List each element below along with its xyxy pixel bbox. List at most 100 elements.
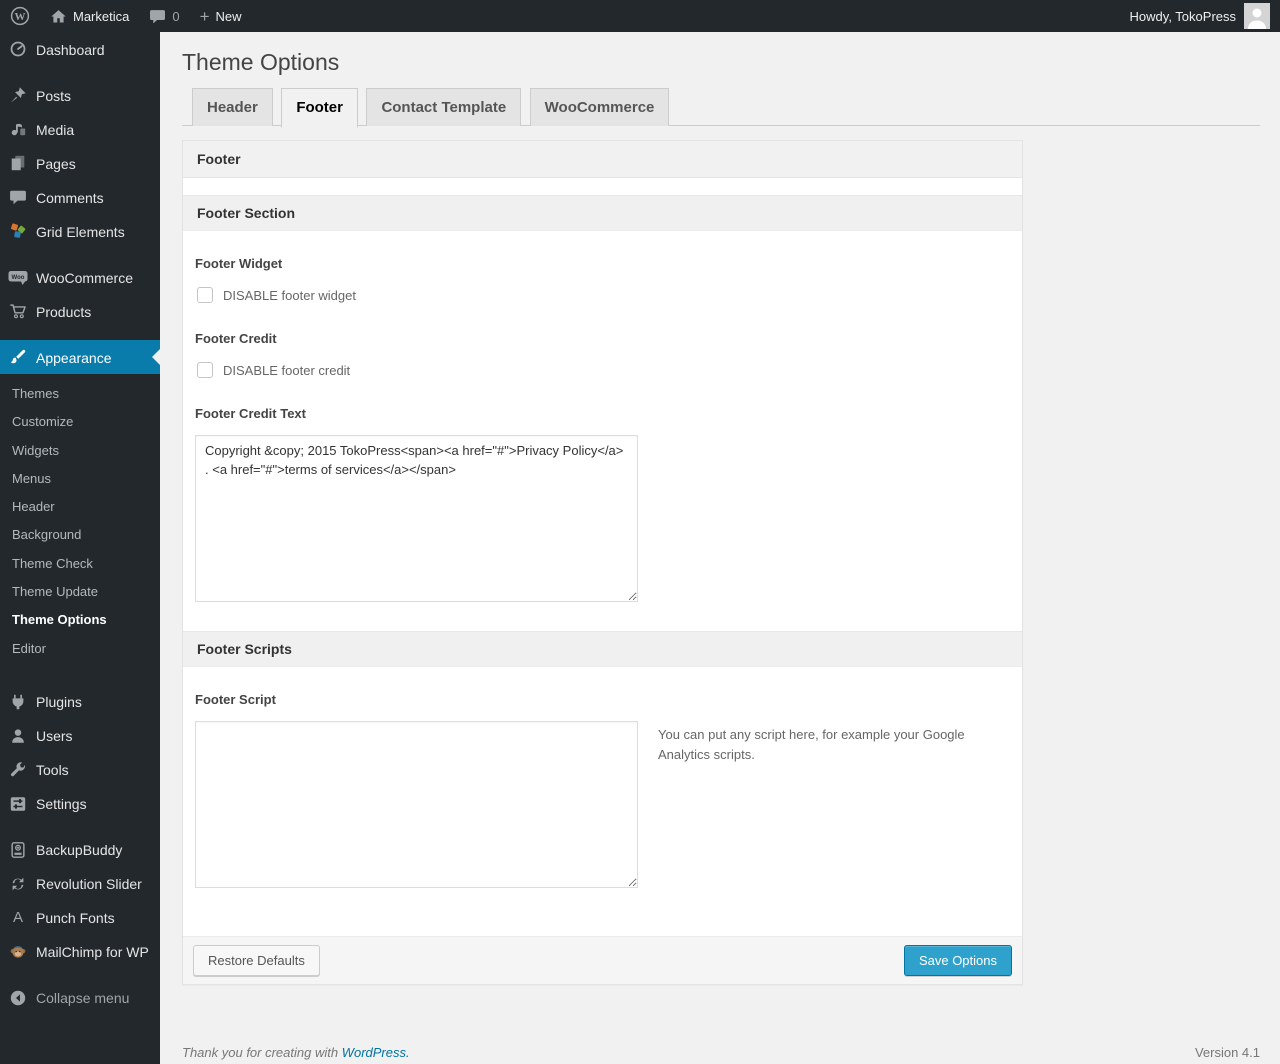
footer-script-help-text: You can put any script here, for example… bbox=[658, 727, 965, 762]
admin-footer: Thank you for creating with WordPress. V… bbox=[182, 1045, 1260, 1060]
sidebar-item-comments[interactable]: Comments bbox=[0, 180, 160, 214]
site-name-menu[interactable]: Marketica bbox=[40, 0, 139, 32]
sidebar-item-label: WooCommerce bbox=[36, 269, 133, 286]
submenu-item-widgets[interactable]: Widgets bbox=[0, 437, 160, 465]
paintbrush-icon bbox=[8, 347, 28, 367]
sidebar-item-dashboard[interactable]: Dashboard bbox=[0, 32, 160, 66]
sidebar-item-settings[interactable]: Settings bbox=[0, 787, 160, 821]
disable-footer-widget-label: DISABLE footer widget bbox=[223, 287, 356, 303]
submenu-item-theme-update[interactable]: Theme Update bbox=[0, 578, 160, 606]
footer-section-content: Footer Widget DISABLE footer widget Foot… bbox=[183, 231, 1022, 631]
wordpress-link[interactable]: WordPress. bbox=[342, 1045, 410, 1060]
disable-footer-credit-checkbox[interactable] bbox=[197, 362, 213, 378]
sidebar-item-label: Revolution Slider bbox=[36, 876, 142, 893]
disable-footer-credit-label: DISABLE footer credit bbox=[223, 362, 351, 378]
sidebar-item-media[interactable]: Media bbox=[0, 112, 160, 146]
tab-contact-template[interactable]: Contact Template bbox=[366, 88, 522, 126]
thanks-prefix: Thank you for creating with bbox=[182, 1045, 342, 1060]
sidebar-item-punch-fonts[interactable]: Punch Fonts bbox=[0, 901, 160, 935]
sidebar-item-revolution-slider[interactable]: Revolution Slider bbox=[0, 867, 160, 901]
letter-a-icon bbox=[8, 908, 28, 928]
wordpress-logo[interactable]: W bbox=[0, 0, 40, 32]
user-icon bbox=[8, 726, 28, 746]
comments-shortcut[interactable]: 0 bbox=[139, 0, 189, 32]
menu-separator bbox=[0, 66, 160, 78]
menu-separator bbox=[0, 328, 160, 340]
sidebar-item-label: Comments bbox=[36, 189, 104, 206]
sidebar-item-label: Users bbox=[36, 728, 73, 745]
sidebar-item-label: Media bbox=[36, 121, 75, 138]
avatar bbox=[1244, 3, 1270, 29]
footer-credit-label: Footer Credit bbox=[195, 331, 277, 346]
submenu-item-header[interactable]: Header bbox=[0, 493, 160, 521]
refresh-arrows-icon bbox=[8, 874, 28, 894]
panel-spacer bbox=[183, 178, 1022, 195]
footer-thanks-text: Thank you for creating with WordPress. bbox=[182, 1045, 410, 1060]
new-label: New bbox=[215, 8, 242, 24]
menu-separator bbox=[0, 248, 160, 260]
save-options-button[interactable]: Save Options bbox=[903, 945, 1012, 976]
sidebar-item-mailchimp[interactable]: MailChimp for WP bbox=[0, 935, 160, 969]
footer-credit-text-label: Footer Credit Text bbox=[195, 406, 306, 421]
sidebar-item-backupbuddy[interactable]: BackupBuddy bbox=[0, 833, 160, 867]
tab-header[interactable]: Header bbox=[192, 88, 273, 126]
sidebar-item-appearance[interactable]: Appearance bbox=[0, 340, 160, 374]
footer-scripts-heading: Footer Scripts bbox=[183, 631, 1022, 667]
sidebar-item-label: Posts bbox=[36, 87, 72, 104]
footer-credit-text-textarea[interactable]: Copyright &copy; 2015 TokoPress<span><a … bbox=[195, 435, 638, 602]
disable-footer-credit-row[interactable]: DISABLE footer credit bbox=[195, 362, 1008, 378]
plus-icon bbox=[200, 8, 210, 25]
submenu-item-themes[interactable]: Themes bbox=[0, 380, 160, 408]
account-menu[interactable]: Howdy, TokoPress bbox=[1120, 0, 1280, 32]
sidebar-item-grid-elements[interactable]: Grid Elements bbox=[0, 214, 160, 248]
tab-woocommerce[interactable]: WooCommerce bbox=[529, 88, 670, 126]
sidebar-item-label: Pages bbox=[36, 155, 76, 172]
woocommerce-icon: Woo bbox=[8, 267, 28, 287]
restore-defaults-button[interactable]: Restore Defaults bbox=[193, 945, 320, 976]
grid-elements-icon bbox=[8, 221, 28, 241]
disable-footer-widget-checkbox[interactable] bbox=[197, 287, 213, 303]
submenu-item-theme-check[interactable]: Theme Check bbox=[0, 550, 160, 578]
sidebar-item-label: Grid Elements bbox=[36, 223, 125, 240]
footer-script-field: Footer Script You can put any script her… bbox=[195, 692, 1008, 888]
sidebar-item-users[interactable]: Users bbox=[0, 719, 160, 753]
tab-footer[interactable]: Footer bbox=[281, 88, 358, 128]
panel-title: Footer bbox=[183, 141, 1022, 178]
sidebar-item-products[interactable]: Products bbox=[0, 294, 160, 328]
sidebar-item-woocommerce[interactable]: Woo WooCommerce bbox=[0, 260, 160, 294]
theme-options-tabs: Header Footer Contact Template WooCommer… bbox=[182, 88, 1260, 128]
new-content-menu[interactable]: New bbox=[190, 0, 252, 32]
sliders-icon bbox=[8, 794, 28, 814]
sidebar-item-tools[interactable]: Tools bbox=[0, 753, 160, 787]
panel-action-bar: Restore Defaults Save Options bbox=[183, 936, 1022, 984]
submenu-item-customize[interactable]: Customize bbox=[0, 408, 160, 436]
menu-separator bbox=[0, 673, 160, 685]
sidebar-item-label: Plugins bbox=[36, 694, 82, 711]
footer-credit-text-field: Footer Credit Text Copyright &copy; 2015… bbox=[195, 406, 1008, 607]
footer-script-textarea[interactable] bbox=[195, 721, 638, 888]
menu-separator bbox=[0, 969, 160, 981]
submenu-item-background[interactable]: Background bbox=[0, 521, 160, 549]
submenu-item-menus[interactable]: Menus bbox=[0, 465, 160, 493]
pushpin-icon bbox=[8, 85, 28, 105]
sidebar-item-pages[interactable]: Pages bbox=[0, 146, 160, 180]
svg-text:Woo: Woo bbox=[12, 275, 25, 281]
appearance-submenu: Themes Customize Widgets Menus Header Ba… bbox=[0, 374, 160, 673]
submenu-item-editor[interactable]: Editor bbox=[0, 635, 160, 663]
admin-menu: Dashboard Posts Media Pages Comments Gri… bbox=[0, 32, 160, 1064]
sidebar-item-posts[interactable]: Posts bbox=[0, 78, 160, 112]
sidebar-item-label: MailChimp for WP bbox=[36, 944, 149, 961]
sidebar-item-label: Tools bbox=[36, 762, 69, 779]
submenu-item-theme-options[interactable]: Theme Options bbox=[0, 606, 160, 634]
sidebar-item-label: Settings bbox=[36, 796, 87, 813]
disable-footer-widget-row[interactable]: DISABLE footer widget bbox=[195, 287, 1008, 303]
footer-credit-field: Footer Credit DISABLE footer credit bbox=[195, 331, 1008, 378]
wordpress-logo-icon: W bbox=[10, 6, 30, 26]
sidebar-item-label: Collapse menu bbox=[36, 990, 130, 1007]
collapse-menu-button[interactable]: Collapse menu bbox=[0, 981, 160, 1015]
svg-text:W: W bbox=[15, 11, 26, 23]
cart-icon bbox=[8, 301, 28, 321]
home-icon bbox=[50, 8, 67, 25]
sidebar-item-plugins[interactable]: Plugins bbox=[0, 685, 160, 719]
site-name: Marketica bbox=[73, 8, 130, 24]
